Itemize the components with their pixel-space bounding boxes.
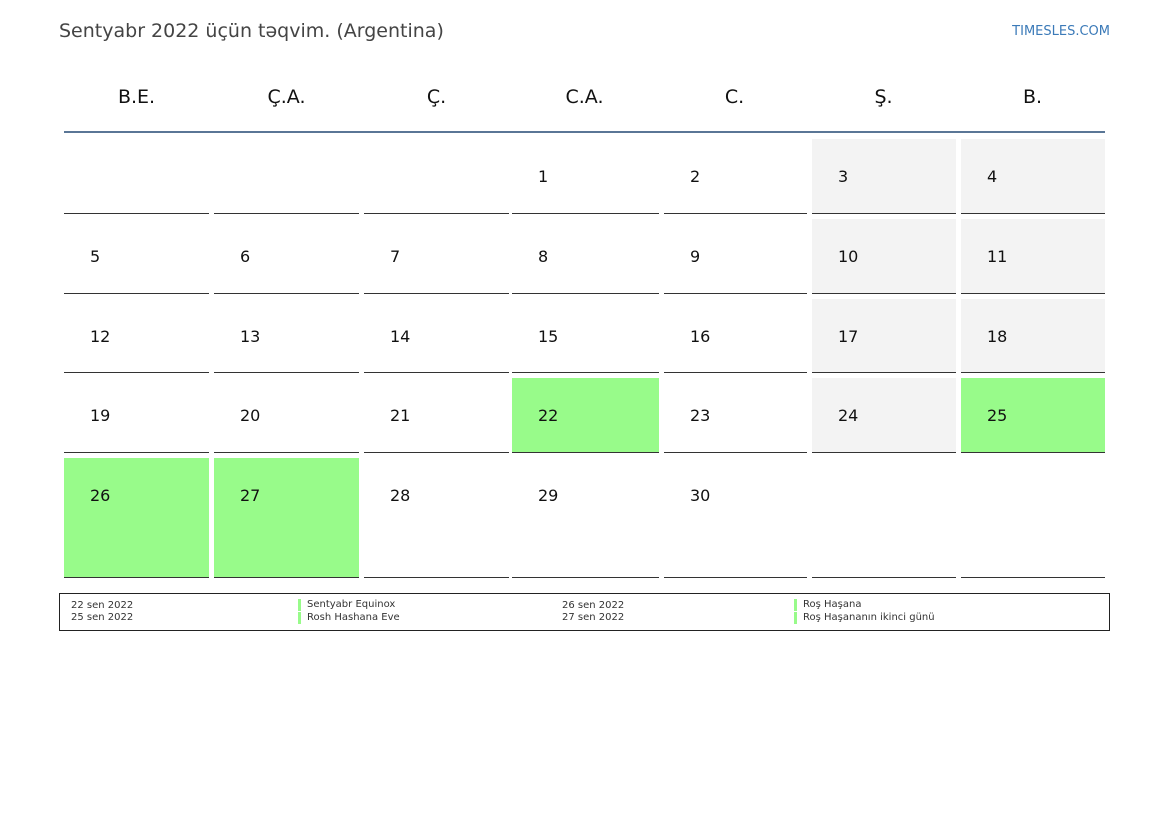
day-number: 25 xyxy=(987,406,1008,425)
day-cell: 13 xyxy=(214,299,359,373)
day-cell: 15 xyxy=(512,299,659,373)
day-cell: 25 xyxy=(961,378,1105,453)
day-cell: 20 xyxy=(214,378,359,453)
day-cell: 28 xyxy=(364,458,509,578)
day-number: 9 xyxy=(690,247,701,266)
day-number: 12 xyxy=(90,327,111,346)
day-number: 2 xyxy=(690,167,701,186)
day-number: 4 xyxy=(987,167,998,186)
day-cell: 29 xyxy=(512,458,659,578)
day-number: 27 xyxy=(240,486,261,505)
day-cell: 5 xyxy=(64,219,209,294)
day-number: 29 xyxy=(538,486,559,505)
day-cell: 4 xyxy=(961,139,1105,214)
day-number: 10 xyxy=(838,247,859,266)
day-cell: 19 xyxy=(64,378,209,453)
legend-date: 26 sen 2022 xyxy=(562,600,625,611)
weekday-saturday: Ş. xyxy=(874,86,893,108)
day-cell: 26 xyxy=(64,458,209,578)
empty-day-cell xyxy=(64,139,209,214)
day-number: 26 xyxy=(90,486,111,505)
day-cell: 30 xyxy=(664,458,807,578)
day-number: 23 xyxy=(690,406,711,425)
day-cell: 9 xyxy=(664,219,807,294)
day-cell: 8 xyxy=(512,219,659,294)
day-cell: 16 xyxy=(664,299,807,373)
legend-holiday-name: Roş Haşana xyxy=(794,599,861,611)
day-number: 17 xyxy=(838,327,859,346)
day-number: 7 xyxy=(390,247,401,266)
weekday-monday: B.E. xyxy=(117,86,156,108)
day-number: 30 xyxy=(690,486,711,505)
day-cell: 23 xyxy=(664,378,807,453)
day-number: 24 xyxy=(838,406,859,425)
empty-day-cell xyxy=(961,458,1105,578)
weekday-friday: C. xyxy=(724,86,745,108)
day-cell: 14 xyxy=(364,299,509,373)
day-number: 20 xyxy=(240,406,261,425)
day-cell: 11 xyxy=(961,219,1105,294)
day-cell: 12 xyxy=(64,299,209,373)
legend-date: 25 sen 2022 xyxy=(71,612,134,623)
day-cell: 22 xyxy=(512,378,659,453)
day-number: 1 xyxy=(538,167,549,186)
day-cell: 18 xyxy=(961,299,1105,373)
legend-date: 22 sen 2022 xyxy=(71,600,134,611)
day-number: 28 xyxy=(390,486,411,505)
day-cell: 6 xyxy=(214,219,359,294)
day-cell: 27 xyxy=(214,458,359,578)
day-number: 6 xyxy=(240,247,251,266)
day-number: 14 xyxy=(390,327,411,346)
day-number: 11 xyxy=(987,247,1008,266)
day-cell: 2 xyxy=(664,139,807,214)
day-number: 21 xyxy=(390,406,411,425)
weekday-tuesday: Ç.A. xyxy=(267,86,306,108)
weekday-sunday: B. xyxy=(1022,86,1043,108)
day-cell: 3 xyxy=(812,139,956,214)
day-number: 5 xyxy=(90,247,101,266)
day-cell: 10 xyxy=(812,219,956,294)
legend-holiday-name: Rosh Hashana Eve xyxy=(298,612,400,624)
day-number: 15 xyxy=(538,327,559,346)
weekday-thursday: C.A. xyxy=(565,86,604,108)
legend-date: 27 sen 2022 xyxy=(562,612,625,623)
empty-day-cell xyxy=(214,139,359,214)
site-link[interactable]: TIMESLES.COM xyxy=(1012,24,1110,39)
page-title: Sentyabr 2022 üçün təqvim. (Argentina) xyxy=(59,20,444,42)
day-cell: 24 xyxy=(812,378,956,453)
day-number: 3 xyxy=(838,167,849,186)
day-cell: 7 xyxy=(364,219,509,294)
day-number: 19 xyxy=(90,406,111,425)
day-number: 8 xyxy=(538,247,549,266)
day-cell: 17 xyxy=(812,299,956,373)
legend-holiday-name: Sentyabr Equinox xyxy=(298,599,395,611)
empty-day-cell xyxy=(364,139,509,214)
day-number: 22 xyxy=(538,406,559,425)
day-cell: 21 xyxy=(364,378,509,453)
day-cell: 1 xyxy=(512,139,659,214)
day-number: 16 xyxy=(690,327,711,346)
day-number: 13 xyxy=(240,327,261,346)
empty-day-cell xyxy=(812,458,956,578)
header-divider xyxy=(64,131,1105,133)
weekday-header: B.E. Ç.A. Ç. C.A. C. Ş. B. xyxy=(64,86,1105,112)
weekday-wednesday: Ç. xyxy=(426,86,447,108)
legend-holiday-name: Roş Haşananın ikinci günü xyxy=(794,612,935,624)
holiday-legend: 22 sen 2022 Sentyabr Equinox 25 sen 2022… xyxy=(59,593,1110,631)
day-number: 18 xyxy=(987,327,1008,346)
